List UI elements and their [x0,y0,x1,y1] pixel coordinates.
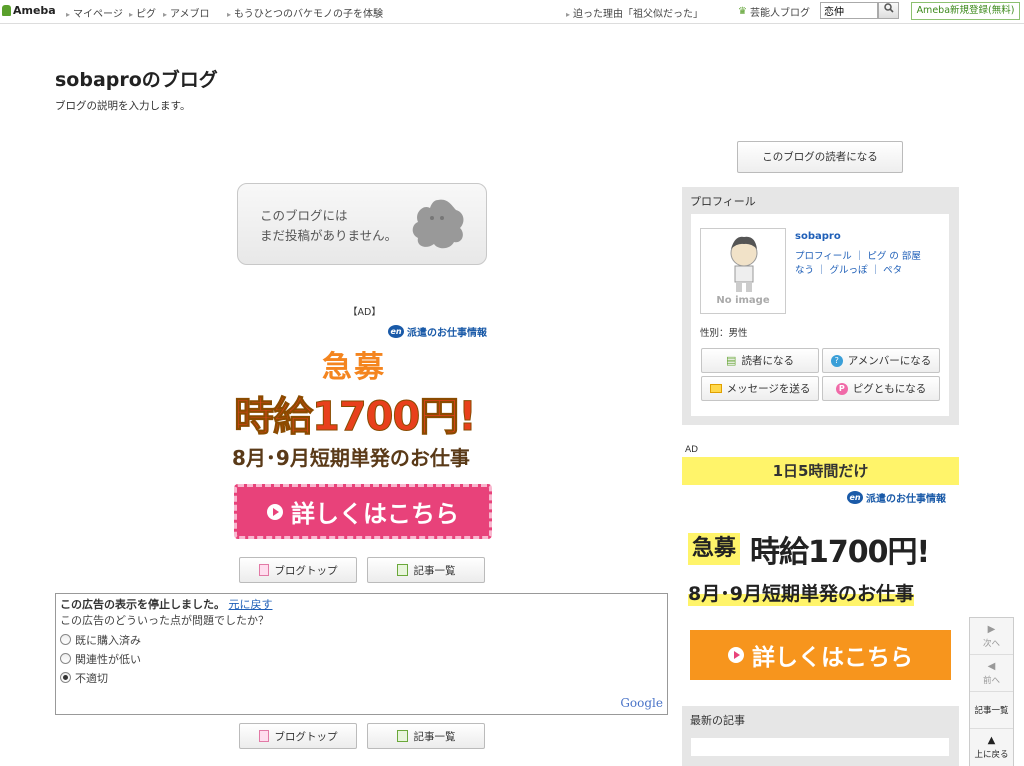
arrow-up-icon: ▲ [987,735,996,746]
profile-panel: プロフィール No image sobapro プロフィール ｜ ピグ の 部屋… [682,187,959,425]
side-ad-banner[interactable]: 1日5時間だけ en 派遣のお仕事情報 急募 時給1700円! 8月･9月短期単発… [682,443,959,693]
article-list-nav-button[interactable]: 記事一覧 [970,692,1013,729]
ad-stopped-text: この広告の表示を停止しました。 [60,598,225,611]
radio-icon [60,653,71,664]
side-ad-urgent: 急募 [688,533,741,565]
list-icon [396,730,408,742]
nav-pigg[interactable]: ピグ [129,5,156,20]
undo-link[interactable]: 元に戻す [229,598,273,611]
floating-nav: ▶ 次へ ◀ 前へ 記事一覧 ▲ 上に戻る [969,617,1014,766]
side-ad-headline: 時給1700円! [750,535,930,570]
top-bar: Ameba マイページ ピグ アメブロ もうひとつのバケモノの子を体験 迫った理… [0,0,1024,24]
feedback-question: この広告のどういった点が問題でしたか？ [60,614,269,627]
profile-links-2[interactable]: なう ｜ グルっぽ ｜ ペタ [795,262,902,276]
ad-cta-button[interactable]: 詳しくはこちら [234,484,492,539]
en-logo: en 派遣のお仕事情報 [388,324,487,339]
blog-title[interactable]: sobaproのブログ [55,65,218,92]
ad-feedback-panel: この広告の表示を停止しました。 元に戻す この広告のどういった点が問題でしたか？… [55,593,668,715]
crown-icon: ♛ [738,6,747,17]
no-posts-message: このブログには まだ投稿がありません。 [260,208,398,243]
prev-button[interactable]: ◀ 前へ [970,655,1013,692]
en-badge-icon: en [388,325,404,338]
article-list-button-bottom[interactable]: 記事一覧 [367,723,485,749]
radio-selected-icon [60,672,71,683]
ad-headline: 時給1700円! [234,394,478,441]
back-to-top-button[interactable]: ▲ 上に戻る [970,729,1013,766]
side-ad-top-banner: 1日5時間だけ [682,457,959,485]
news-link[interactable]: 迫った理由「祖父似だった」 [566,5,703,20]
gender: 性別：男性 [700,328,748,339]
main-ad-banner[interactable]: en 派遣のお仕事情報 急募 時給1700円! 8月･9月短期単発のお仕事 詳しく… [230,318,500,550]
blog-description: ブログの説明を入力します。 [55,100,191,112]
ameba-logo-icon [2,5,11,16]
become-reader-button[interactable]: このブログの読者になる [737,141,903,173]
radio-icon [60,634,71,645]
profile-name[interactable]: sobapro [795,231,841,242]
feedback-option-inappropriate[interactable]: 不適切 [60,668,663,687]
follow-reader-button[interactable]: ▤ 読者になる [701,348,819,373]
amember-button[interactable]: ? アメンバーになる [822,348,940,373]
nav-ameblo[interactable]: アメブロ [163,5,210,20]
envelope-icon [709,384,722,393]
search-icon [883,3,894,13]
side-ad-cta-button[interactable]: 詳しくはこちら [690,630,951,680]
register-button[interactable]: Ameba新規登録(無料) [911,2,1020,20]
side-ad-subtitle: 8月･9月短期単発のお仕事 [688,579,914,606]
latest-heading: 最新の記事 [690,714,745,727]
google-logo: Google [620,696,663,710]
latest-articles-list [691,738,949,756]
list-icon [396,564,408,576]
ad-label: 【AD】 [348,307,381,318]
no-image-label: No image [716,295,770,306]
article-list-button[interactable]: 記事一覧 [367,557,485,583]
profile-links-1[interactable]: プロフィール ｜ ピグ の 部屋 [795,248,921,262]
amember-icon: ? [830,354,843,367]
ad-subtitle: 8月･9月短期単発のお仕事 [232,446,470,470]
profile-body: No image sobapro プロフィール ｜ ピグ の 部屋 なう ｜ グ… [691,214,949,416]
next-button[interactable]: ▶ 次へ [970,618,1013,655]
arrow-left-icon: ◀ [987,660,996,672]
search-button[interactable] [878,2,899,19]
ad-urgent: 急募 [322,350,386,385]
side-en-logo: en 派遣のお仕事情報 [847,490,946,505]
no-posts-panel: このブログには まだ投稿がありません。 [237,183,487,265]
arrow-right-icon: ▶ [987,623,996,635]
avatar-placeholder-icon [730,236,758,292]
avatar[interactable]: No image [700,228,786,314]
page-icon [258,564,269,576]
book-icon: ▤ [726,354,737,367]
blog-top-button[interactable]: ブログトップ [239,557,357,583]
ameba-logo[interactable]: Ameba [2,4,56,17]
page-icon [258,730,269,742]
pigg-friend-button[interactable]: P ピグともになる [822,376,940,401]
en-badge-icon: en [847,491,863,504]
search-input[interactable] [820,2,878,19]
play-icon [728,647,744,663]
play-icon [267,503,283,520]
latest-articles-panel: 最新の記事 [682,706,959,766]
message-button[interactable]: メッセージを送る [701,376,819,401]
pigg-icon: P [835,382,848,395]
celeb-blog-link[interactable]: ♛ 芸能人ブログ [738,4,810,19]
blog-top-button-bottom[interactable]: ブログトップ [239,723,357,749]
feedback-option-purchased[interactable]: 既に購入済み [60,630,663,649]
profile-heading: プロフィール [690,195,756,208]
ameba-character-icon [412,199,464,249]
feedback-option-irrelevant[interactable]: 関連性が低い [60,649,663,668]
nav-bakemono[interactable]: もうひとつのバケモノの子を体験 [227,5,383,20]
nav-mypage[interactable]: マイページ [66,5,123,20]
